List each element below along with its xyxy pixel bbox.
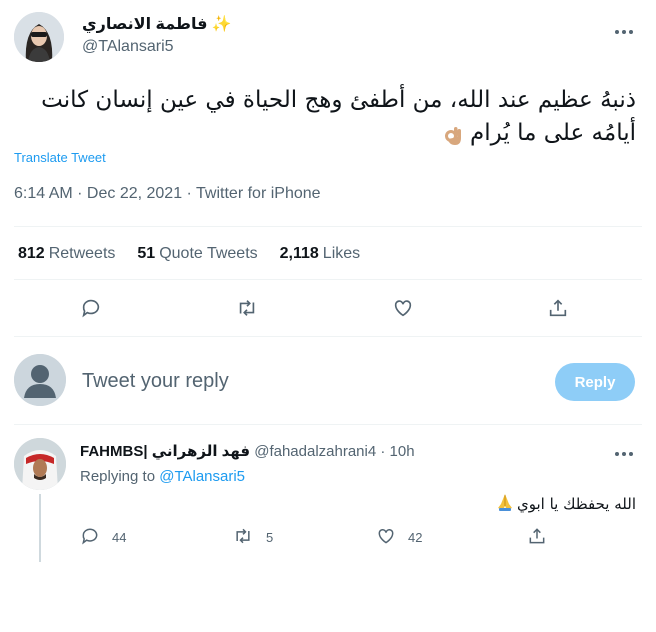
share-icon[interactable] bbox=[546, 296, 570, 320]
author-name[interactable]: فاطمة الانصاري ✨ bbox=[82, 14, 232, 34]
retweet-icon[interactable] bbox=[235, 296, 259, 320]
reply-input[interactable]: Tweet your reply bbox=[82, 370, 229, 393]
reply-icon[interactable] bbox=[79, 296, 103, 320]
comment-like-icon bbox=[376, 526, 396, 549]
divider bbox=[14, 336, 642, 337]
tweet-stats: 812 Retweets 51 Quote Tweets 2,118 Likes bbox=[18, 245, 360, 263]
comment-share-icon bbox=[527, 526, 547, 549]
comment-more-options-icon[interactable] bbox=[612, 442, 636, 466]
comment-header: FAHMBS| فهد الزهراني @fahadalzahrani4 · … bbox=[80, 442, 415, 460]
comment-retweet-icon bbox=[232, 526, 254, 549]
thread-line bbox=[39, 494, 41, 562]
more-options-icon[interactable] bbox=[612, 20, 636, 44]
author-avatar[interactable] bbox=[14, 12, 64, 62]
likes-count: 2,118 bbox=[279, 245, 319, 262]
likes-stat[interactable]: 2,118 Likes bbox=[280, 245, 361, 263]
divider bbox=[14, 279, 642, 280]
tweet-text-content: ذنبهُ عظيم عند الله، من أطفئ وهج الحياة … bbox=[41, 87, 636, 146]
reply-button[interactable]: Reply bbox=[555, 363, 635, 401]
like-icon[interactable] bbox=[391, 296, 415, 320]
user-avatar[interactable] bbox=[14, 354, 66, 406]
comment-text: الله يحفظك يا ابوي bbox=[495, 492, 636, 516]
folded-hands-icon bbox=[495, 492, 515, 516]
replying-prefix: Replying to bbox=[80, 468, 156, 485]
tweet-text: ذنبهُ عظيم عند الله، من أطفئ وهج الحياة … bbox=[16, 84, 636, 150]
replying-to: Replying to @TAlansari5 bbox=[80, 468, 245, 485]
comment-text-content: الله يحفظك يا ابوي bbox=[516, 495, 636, 513]
retweets-stat[interactable]: 812 Retweets bbox=[18, 245, 115, 263]
retweets-label: Retweets bbox=[48, 245, 116, 262]
divider bbox=[14, 226, 642, 227]
translate-tweet-link[interactable]: Translate Tweet bbox=[14, 150, 106, 165]
comment-like-count: 42 bbox=[408, 530, 423, 545]
comment-like-action[interactable]: 42 bbox=[376, 526, 422, 549]
quote-tweets-stat[interactable]: 51 Quote Tweets bbox=[137, 245, 257, 263]
divider bbox=[14, 424, 642, 425]
comment-reply-count: 44 bbox=[112, 530, 127, 545]
comment-author-name[interactable]: FAHMBS| فهد الزهراني bbox=[80, 443, 250, 460]
retweets-count: 812 bbox=[18, 245, 45, 262]
quotes-count: 51 bbox=[137, 245, 156, 262]
comment-share-action[interactable] bbox=[527, 526, 547, 549]
comment-reply-icon bbox=[80, 526, 100, 549]
comment-time[interactable]: · 10h bbox=[380, 443, 414, 460]
tweet-timestamp[interactable]: 6:14 AM · Dec 22, 2021 · Twitter for iPh… bbox=[14, 185, 321, 203]
comment-retweet-action[interactable]: 5 bbox=[232, 526, 273, 549]
comment-author-handle[interactable]: @fahadalzahrani4 bbox=[254, 443, 376, 460]
quotes-label: Quote Tweets bbox=[159, 245, 258, 262]
comment-reply-action[interactable]: 44 bbox=[80, 526, 126, 549]
replying-to-link[interactable]: @TAlansari5 bbox=[159, 468, 245, 485]
comment-avatar[interactable] bbox=[14, 438, 66, 490]
comment-retweet-count: 5 bbox=[266, 530, 274, 545]
author-handle[interactable]: @TAlansari5 bbox=[82, 38, 174, 56]
ok-hand-icon bbox=[444, 123, 463, 145]
likes-label: Likes bbox=[322, 245, 361, 262]
